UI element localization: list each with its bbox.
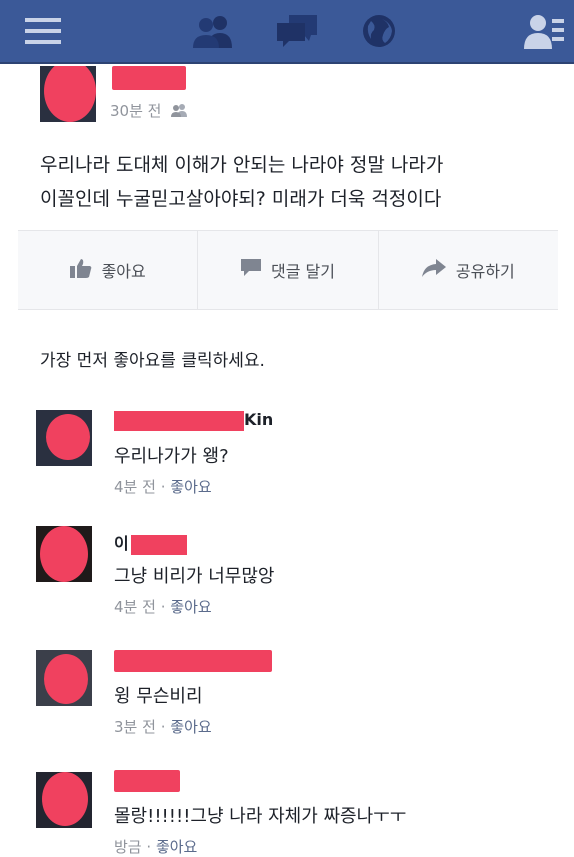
globe-icon[interactable] <box>354 0 404 62</box>
redacted-comment-author-name <box>114 650 272 672</box>
comment-time: 3분 전 <box>114 718 156 736</box>
redacted-author-name <box>112 66 186 90</box>
post-text-line-1: 우리나라 도대체 이해가 안되는 나라야 정말 나라가 <box>40 154 444 176</box>
comment-meta: 3분 전 · 좋아요 <box>114 716 212 737</box>
comment-avatar[interactable] <box>36 772 92 828</box>
comment-avatar[interactable] <box>36 410 92 466</box>
redacted-name <box>130 534 187 555</box>
comment-text: 몰랑!!!!!!그냥 나라 자체가 짜증나ㅜㅜ <box>114 806 407 827</box>
messages-icon[interactable] <box>272 0 322 62</box>
comment-time: 4분 전 <box>114 598 156 616</box>
profile-list-icon[interactable] <box>520 0 568 62</box>
first-like-prompt[interactable]: 가장 먼저 좋아요를 클릭하세요. <box>40 346 265 371</box>
comment-like-link[interactable]: 좋아요 <box>170 478 211 496</box>
post-body: 우리나라 도대체 이해가 안되는 나라야 정말 나라가 이꼴인데 누굴믿고살아야… <box>40 148 540 216</box>
comment-bubble-icon <box>241 259 261 281</box>
thumbs-up-icon <box>69 258 92 282</box>
comment-meta: 4분 전 · 좋아요 <box>114 476 212 497</box>
comment-time: 방금 <box>114 838 142 856</box>
post-timestamp: 30분 전 <box>110 100 188 121</box>
menu-icon[interactable] <box>18 0 68 62</box>
friends-icon[interactable] <box>188 0 238 62</box>
meta-separator: · <box>160 478 166 496</box>
like-label: 좋아요 <box>101 262 146 281</box>
friends-audience-icon <box>170 103 188 121</box>
post-text-line-2: 이꼴인데 누굴믿고살아야되? 미래가 더욱 걱정이다 <box>40 188 442 210</box>
comment-text: 그냥 비리가 너무많앙 <box>114 566 275 587</box>
comment-label: 댓글 달기 <box>271 262 335 281</box>
post-action-bar: 좋아요 댓글 달기 공유하기 <box>18 230 558 310</box>
comment-meta: 방금 · 좋아요 <box>114 836 197 857</box>
share-arrow-icon <box>421 259 446 281</box>
meta-separator: · <box>160 718 166 736</box>
top-navigation-bar <box>0 0 574 64</box>
comment-button[interactable]: 댓글 달기 <box>198 231 379 309</box>
comment-meta: 4분 전 · 좋아요 <box>114 596 212 617</box>
meta-separator: · <box>160 598 166 616</box>
comment-like-link[interactable]: 좋아요 <box>170 598 211 616</box>
news-feed-post: 30분 전 우리나라 도대체 이해가 안되는 나라야 정말 나라가 이꼴인데 누… <box>18 64 558 857</box>
comment-text: 우리나가가 왱? <box>114 446 229 467</box>
share-label: 공유하기 <box>455 262 515 281</box>
comment-author-name[interactable]: Kin <box>114 410 273 431</box>
comment-like-link[interactable]: 좋아요 <box>156 838 197 856</box>
redacted-comment-author-name <box>114 770 180 792</box>
comment-avatar[interactable] <box>36 526 92 582</box>
comment-author-name[interactable]: 이 <box>114 530 187 555</box>
comment-avatar[interactable] <box>36 650 92 706</box>
meta-separator: · <box>146 838 152 856</box>
post-author-avatar[interactable] <box>40 66 96 122</box>
comment-like-link[interactable]: 좋아요 <box>170 718 211 736</box>
share-button[interactable]: 공유하기 <box>379 231 558 309</box>
redacted-name <box>114 410 244 431</box>
comment-text: 윙 무슨비리 <box>114 686 203 707</box>
like-button[interactable]: 좋아요 <box>18 231 199 309</box>
comment-time: 4분 전 <box>114 478 156 496</box>
